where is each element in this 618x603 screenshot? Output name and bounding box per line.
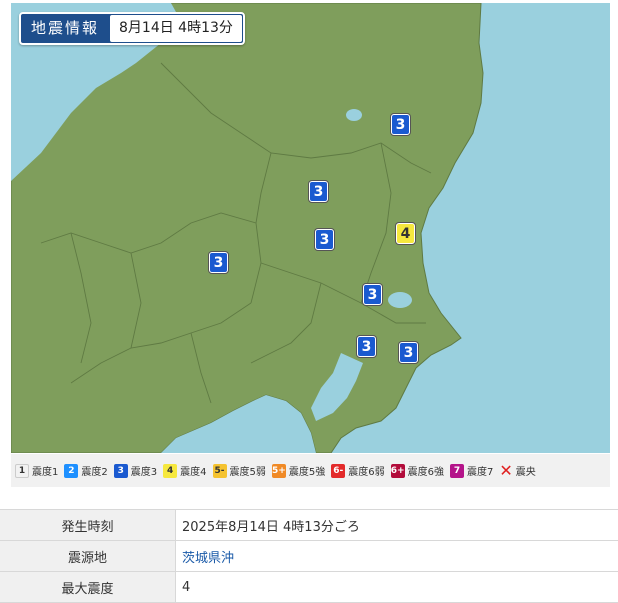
legend-label: 震央 [516,463,536,478]
info-value: 4 [176,572,618,603]
intensity-marker[interactable]: 3 [209,252,228,273]
legend-item: ✕ 震央 [499,461,535,480]
intensity-marker[interactable]: 3 [315,229,334,250]
intensity-swatch: 3 [114,464,128,478]
info-label: 震源地 [0,541,176,572]
earthquake-info-table: 発生時刻 2025年8月14日 4時13分ごろ 震源地 茨城県沖 最大震度 4 [0,509,618,603]
legend-label: 震度2 [81,463,107,478]
table-row: 発生時刻 2025年8月14日 4時13分ごろ [0,510,618,541]
epicenter-icon: ✕ [499,461,512,480]
legend-item: 6+ 震度6強 [391,463,444,478]
intensity-swatch: 5- [213,464,227,478]
legend-label: 震度3 [131,463,157,478]
legend-item: 3 震度3 [114,463,157,478]
legend-label: 震度6強 [408,463,444,478]
info-label: 発生時刻 [0,510,176,541]
legend-item: 2 震度2 [64,463,107,478]
page-title: 地震情報 [21,14,109,43]
legend-item: 4 震度4 [163,463,206,478]
legend-label: 震度4 [180,463,206,478]
intensity-swatch: 6- [331,464,345,478]
intensity-marker[interactable]: 3 [309,181,328,202]
intensity-marker[interactable]: 3 [391,114,410,135]
legend-item: 5- 震度5弱 [213,463,266,478]
table-row: 最大震度 4 [0,572,618,603]
intensity-swatch: 2 [64,464,78,478]
title-box: 地震情報 8月14日 4時13分 [19,12,245,45]
legend-item: 7 震度7 [450,463,493,478]
legend-label: 震度1 [32,463,58,478]
legend-label: 震度5強 [289,463,325,478]
intensity-swatch: 4 [163,464,177,478]
intensity-marker[interactable]: 3 [399,342,418,363]
map-land [11,3,610,453]
intensity-swatch: 1 [15,464,29,478]
epicenter-link[interactable]: 茨城県沖 [176,541,618,572]
datetime-label: 8月14日 4時13分 [110,15,242,42]
intensity-legend: 1 震度1 2 震度2 3 震度3 4 震度4 5- 震度5弱 5+ 震度5強 … [11,454,610,487]
legend-item: 1 震度1 [15,463,58,478]
intensity-marker[interactable]: 3 [363,284,382,305]
info-value: 2025年8月14日 4時13分ごろ [176,510,618,541]
info-label: 最大震度 [0,572,176,603]
table-row: 震源地 茨城県沖 [0,541,618,572]
intensity-swatch: 6+ [391,464,405,478]
intensity-swatch: 7 [450,464,464,478]
legend-label: 震度7 [467,463,493,478]
legend-label: 震度5弱 [230,463,266,478]
legend-item: 6- 震度6弱 [331,463,384,478]
intensity-swatch: 5+ [272,464,286,478]
intensity-marker[interactable]: 4 [396,223,415,244]
legend-label: 震度6弱 [348,463,384,478]
legend-item: 5+ 震度5強 [272,463,325,478]
earthquake-map: 地震情報 8月14日 4時13分 3 3 3 4 3 3 3 3 [11,3,610,453]
intensity-marker[interactable]: 3 [357,336,376,357]
